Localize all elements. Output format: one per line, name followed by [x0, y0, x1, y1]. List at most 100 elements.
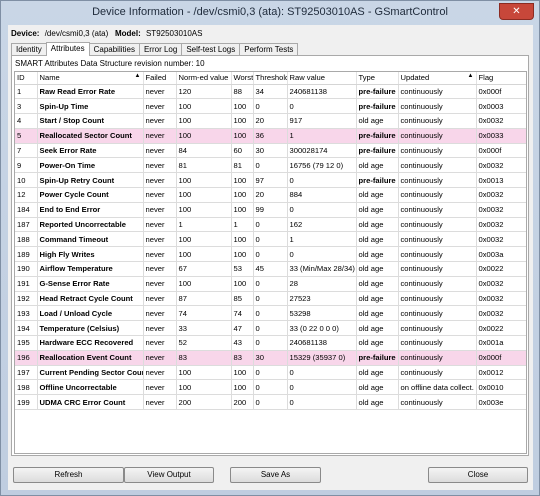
table-row[interactable]: 5 Reallocated Sector Count never 100 100 36 1 p…: [15, 128, 526, 144]
table-row[interactable]: 191 G-Sense Error Rate never 100 100 0 28 old a…: [15, 276, 526, 292]
table-row[interactable]: 4 Start / Stop Count never 100 100 20 917 old a…: [15, 113, 526, 129]
cell-id: 189: [15, 246, 38, 263]
cell-worst: 100: [231, 187, 254, 203]
table-row[interactable]: 194 Temperature (Celsius) never 33 47 0 33 (0 …: [15, 320, 526, 337]
cell-failed: never: [143, 143, 177, 159]
table-row[interactable]: 190 Airflow Temperature never 67 53 45 33 (Min…: [15, 261, 526, 277]
cell-failed: never: [143, 172, 177, 189]
table-row[interactable]: 192 Head Retract Cycle Count never 87 85 0 275…: [15, 291, 526, 307]
cell-worst: 88: [231, 84, 254, 100]
cell-failed: never: [143, 113, 177, 129]
cell-flag: 0x0032: [476, 305, 526, 322]
cell-flag: 0x003e: [476, 394, 526, 411]
column-header-flag[interactable]: Flag: [476, 72, 526, 85]
cell-name: Head Retract Cycle Count: [37, 291, 144, 307]
table-row[interactable]: 3 Spin-Up Time never 100 100 0 0 pre-failure con…: [15, 98, 526, 115]
cell-name: Reallocated Sector Count: [37, 128, 144, 144]
table-row[interactable]: 197 Current Pending Sector Count never 100 1…: [15, 365, 526, 381]
table-row[interactable]: 198 Offline Uncorrectable never 100 100 0 0 old…: [15, 379, 526, 396]
cell-type: pre-failure: [356, 98, 399, 115]
cell-flag: 0x0032: [476, 291, 526, 307]
cell-raw-value: 15329 (35937 0): [287, 350, 357, 366]
cell-type: old age: [356, 217, 399, 233]
cell-id: 3: [15, 98, 38, 115]
cell-normed-value: 100: [176, 98, 232, 115]
cell-updated: continuously: [398, 157, 477, 174]
cell-worst: 85: [231, 291, 254, 307]
cell-id: 9: [15, 157, 38, 174]
window-close-button[interactable]: ✕: [499, 3, 534, 20]
cell-raw-value: 240681138: [287, 84, 357, 100]
tab-self-test-logs[interactable]: Self-test Logs: [181, 43, 241, 55]
cell-type: old age: [356, 246, 399, 263]
column-header-raw-value[interactable]: Raw value: [287, 72, 357, 85]
cell-flag: 0x000f: [476, 84, 526, 100]
column-header-failed[interactable]: Failed: [143, 72, 177, 85]
cell-threshold: 0: [253, 276, 288, 292]
cell-id: 184: [15, 202, 38, 218]
cell-flag: 0x000f: [476, 143, 526, 159]
cell-flag: 0x0032: [476, 187, 526, 203]
cell-failed: never: [143, 394, 177, 411]
table-row[interactable]: 10 Spin-Up Retry Count never 100 100 97 0 pre-f…: [15, 172, 526, 189]
table-row[interactable]: 7 Seek Error Rate never 84 60 30 300028174 pre-…: [15, 143, 526, 159]
cell-failed: never: [143, 246, 177, 263]
cell-type: old age: [356, 291, 399, 307]
cell-worst: 100: [231, 98, 254, 115]
cell-raw-value: 0: [287, 172, 357, 189]
cell-worst: 100: [231, 202, 254, 218]
cell-failed: never: [143, 335, 177, 351]
tab-capabilities[interactable]: Capabilities: [88, 43, 140, 55]
cell-updated: continuously: [398, 113, 477, 129]
view-output-button[interactable]: View Output: [124, 467, 214, 483]
column-header-updated[interactable]: Updated ▲: [398, 72, 477, 85]
table-row[interactable]: 12 Power Cycle Count never 100 100 20 884 old a…: [15, 187, 526, 203]
cell-worst: 100: [231, 379, 254, 396]
table-row[interactable]: 188 Command Timeout never 100 100 0 1 old age co…: [15, 231, 526, 248]
cell-threshold: 0: [253, 246, 288, 263]
cell-raw-value: 162: [287, 217, 357, 233]
column-header-name[interactable]: Name ▲: [37, 72, 144, 85]
title-bar[interactable]: Device Information - /dev/csmi0,3 (ata):…: [1, 1, 539, 25]
column-header-threshold[interactable]: Threshold: [253, 72, 288, 85]
cell-flag: 0x0010: [476, 379, 526, 396]
tab-identity[interactable]: Identity: [11, 43, 47, 55]
tab-error-log[interactable]: Error Log: [138, 43, 183, 55]
cell-raw-value: 33 (0 22 0 0 0): [287, 320, 357, 337]
close-button[interactable]: Close: [428, 467, 528, 483]
table-row[interactable]: 187 Reported Uncorrectable never 1 1 0 162 old …: [15, 217, 526, 233]
cell-raw-value: 33 (Min/Max 28/34): [287, 261, 357, 277]
cell-updated: continuously: [398, 246, 477, 263]
column-header-id[interactable]: ID: [15, 72, 38, 85]
cell-updated: continuously: [398, 394, 477, 411]
cell-flag: 0x0003: [476, 98, 526, 115]
column-header-type[interactable]: Type: [356, 72, 399, 85]
refresh-button[interactable]: Refresh: [13, 467, 124, 483]
table-row[interactable]: 9 Power-On Time never 81 81 0 16756 (79 12 0) o…: [15, 157, 526, 174]
cell-threshold: 0: [253, 98, 288, 115]
cell-threshold: 0: [253, 320, 288, 337]
cell-normed-value: 87: [176, 291, 232, 307]
sort-ascending-icon: ▲: [134, 73, 141, 79]
cell-normed-value: 120: [176, 84, 232, 100]
cell-id: 197: [15, 365, 38, 381]
table-row[interactable]: 195 Hardware ECC Recovered never 52 43 0 24068…: [15, 335, 526, 351]
tab-attributes[interactable]: Attributes: [45, 42, 90, 56]
table-row[interactable]: 184 End to End Error never 100 100 99 0 old age…: [15, 202, 526, 218]
cell-normed-value: 84: [176, 143, 232, 159]
table-row[interactable]: 193 Load / Unload Cycle never 74 74 0 53298 old…: [15, 305, 526, 322]
table-row[interactable]: 1 Raw Read Error Rate never 120 88 34 24068113…: [15, 84, 526, 100]
table-row[interactable]: 196 Reallocation Event Count never 83 83 30 15…: [15, 350, 526, 366]
cell-name: Current Pending Sector Count: [37, 365, 144, 381]
button-bar: Refresh View Output Save As Close: [8, 467, 533, 485]
tab-perform-tests[interactable]: Perform Tests: [239, 43, 299, 55]
cell-name: Load / Unload Cycle: [37, 305, 144, 322]
attributes-table-container[interactable]: ID Name ▲ Failed Norm-ed value Worst Thre…: [14, 71, 527, 454]
cell-raw-value: 1: [287, 128, 357, 144]
column-header-normed-value[interactable]: Norm-ed value: [176, 72, 232, 85]
table-row[interactable]: 199 UDMA CRC Error Count never 200 200 0 0 old …: [15, 394, 526, 411]
save-as-button[interactable]: Save As: [230, 467, 321, 483]
table-row[interactable]: 189 High Fly Writes never 100 100 0 0 old age co…: [15, 246, 526, 263]
column-header-worst[interactable]: Worst: [231, 72, 254, 85]
cell-type: pre-failure: [356, 172, 399, 189]
